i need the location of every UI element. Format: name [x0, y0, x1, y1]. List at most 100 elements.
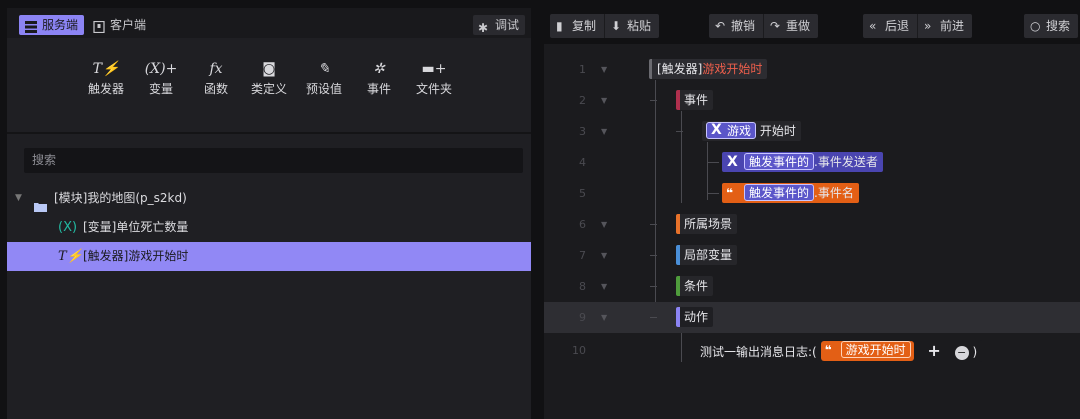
line-number: 4 [579, 156, 586, 169]
line-number: 6 [579, 218, 586, 231]
category-folder[interactable]: ▬+ 文件夹 [410, 60, 458, 97]
copy-button[interactable]: ▮ 复制 [550, 14, 604, 38]
clipboard-group: ▮ 复制 ⬇ 粘贴 [550, 14, 660, 38]
chevron-down-icon[interactable]: ▼ [601, 209, 607, 240]
redo-icon: ↷ [770, 19, 781, 33]
game-pill[interactable]: X 游戏 [706, 122, 757, 139]
log-statement[interactable]: 测试一输出消息日志:( ❝ 游戏开始时 + − ) [694, 340, 983, 362]
condition-section[interactable]: 条件 [676, 276, 714, 296]
project-tree: ▼ [模块]我的地图(p_s2kd) (X) [变量]单位死亡数量 T⚡ [触发… [7, 184, 531, 271]
search-group: ○ 搜索 [1024, 14, 1079, 38]
double-chevron-left-icon: « [869, 19, 877, 33]
remove-arg-button[interactable]: − [954, 345, 969, 360]
event-name-block[interactable]: ❝ 触发事件的 .事件名 [722, 183, 859, 203]
editor-row: 5 ❝ 触发事件的 .事件名 [544, 178, 1080, 209]
category-label: 类定义 [250, 82, 287, 96]
line-number: 1 [579, 63, 586, 76]
class-icon: ◙ [262, 61, 276, 77]
block-bar [676, 307, 680, 327]
editor-row: 4 X 触发事件的 .事件发送者 [544, 147, 1080, 178]
line-number: 5 [579, 187, 586, 200]
string-pill[interactable]: 游戏开始时 [840, 341, 911, 358]
chevron-down-icon[interactable]: ▼ [601, 116, 607, 147]
tree-item-module[interactable]: ▼ [模块]我的地图(p_s2kd) [7, 184, 531, 213]
header-prefix: [触发器] [657, 62, 703, 76]
line-number: 8 [579, 280, 586, 293]
redo-button[interactable]: ↷ 重做 [763, 14, 818, 38]
category-event[interactable]: ✲ 事件 [355, 60, 403, 97]
editor-row: 2 ▼ 事件 [544, 85, 1080, 116]
chevron-down-icon[interactable]: ▼ [15, 184, 22, 213]
block-bar [676, 245, 680, 265]
action-section[interactable]: 动作 [676, 307, 714, 327]
tree-item-trigger[interactable]: T⚡ [触发器]游戏开始时 [7, 242, 531, 271]
category-preset[interactable]: ✎ 预设值 [300, 60, 348, 97]
category-label: 函数 [203, 82, 228, 96]
editor-row: 1 ▼ [触发器]游戏开始时 [544, 54, 1080, 85]
editor-panel: ▮ 复制 ⬇ 粘贴 ↶ 撤销 ↷ 重做 «后退 » 前进 ○ 搜索 1 ▼ [触发器]游戏开… [544, 8, 1080, 419]
search-button[interactable]: ○ 搜索 [1024, 14, 1078, 38]
event-x-icon: X [727, 154, 738, 170]
back-button[interactable]: «后退 [863, 14, 917, 38]
line-number: 9 [579, 311, 586, 324]
category-label: 事件 [366, 82, 391, 96]
line-number: 10 [572, 344, 586, 357]
event-sender-block[interactable]: X 触发事件的 .事件发送者 [722, 152, 883, 172]
client-icon [93, 19, 105, 34]
tree-item-variable[interactable]: (X) [变量]单位死亡数量 [7, 213, 531, 242]
sender-pill[interactable]: 触发事件的 [744, 153, 815, 170]
add-arg-button[interactable]: + [927, 341, 940, 360]
category-label: 文件夹 [415, 82, 452, 96]
tab-client[interactable]: 客户端 [87, 15, 152, 35]
copy-icon: ▮ [556, 19, 563, 33]
navigation-group: «后退 » 前进 [863, 14, 973, 38]
category-function[interactable]: fx 函数 [192, 60, 240, 97]
block-bar [676, 276, 680, 296]
trigger-header-block[interactable]: [触发器]游戏开始时 [649, 59, 768, 79]
panel-tab-bar: 服务端 客户端 ✱ 调试 [7, 8, 531, 38]
scene-section[interactable]: 所属场景 [676, 214, 738, 234]
paste-button[interactable]: ⬇ 粘贴 [604, 14, 659, 38]
forward-button[interactable]: » 前进 [917, 14, 972, 38]
editor-row: 6 ▼ 所属场景 [544, 209, 1080, 240]
category-trigger[interactable]: T⚡ 触发器 [82, 60, 130, 97]
debug-label: 调试 [494, 18, 519, 32]
tab-server-label: 服务端 [42, 18, 79, 32]
event-section[interactable]: 事件 [676, 90, 714, 110]
chevron-down-icon[interactable]: ▼ [601, 54, 607, 85]
header-name: 游戏开始时 [702, 62, 763, 76]
trigger-icon: T⚡ [58, 249, 83, 264]
chevron-down-icon[interactable]: ▼ [601, 271, 607, 302]
category-class[interactable]: ◙ 类定义 [245, 60, 293, 97]
history-group: ↶ 撤销 ↷ 重做 [709, 14, 819, 38]
editor-toolbar: ▮ 复制 ⬇ 粘贴 ↶ 撤销 ↷ 重做 «后退 » 前进 ○ 搜索 [544, 8, 1080, 44]
undo-icon: ↶ [715, 19, 726, 33]
bug-icon: ✱ [477, 21, 489, 35]
chevron-down-icon[interactable]: ▼ [601, 85, 607, 116]
tab-server[interactable]: 服务端 [19, 15, 85, 35]
search-icon: ○ [1030, 19, 1041, 33]
event-game-start-block[interactable]: X 游戏 开始时 [702, 121, 801, 141]
project-panel: 服务端 客户端 ✱ 调试 T⚡ 触发器 (X)+ 变量 fx 函数 ◙ 类定义 [7, 8, 531, 419]
search-input[interactable]: 搜索 [24, 148, 523, 173]
tree-item-label: [模块]我的地图(p_s2kd) [54, 191, 187, 205]
event-icon: ✲ [373, 61, 385, 77]
local-variable-section[interactable]: 局部变量 [676, 245, 738, 265]
trigger-editor: 1 ▼ [触发器]游戏开始时 2 ▼ 事件 3 ▼ X 游戏 开始时 4 X 触… [544, 44, 1080, 419]
chevron-down-icon[interactable]: ▼ [601, 240, 607, 271]
chevron-down-icon[interactable]: ▼ [601, 302, 607, 333]
undo-button[interactable]: ↶ 撤销 [709, 14, 763, 38]
tab-client-label: 客户端 [110, 18, 147, 32]
name-pill[interactable]: 触发事件的 [744, 184, 815, 201]
string-arg-block[interactable]: ❝ 游戏开始时 [820, 341, 914, 361]
trigger-icon: T⚡ [92, 61, 120, 77]
block-bar [676, 214, 680, 234]
category-label: 预设值 [305, 82, 342, 96]
line-number: 2 [579, 94, 586, 107]
editor-row: 7 ▼ 局部变量 [544, 240, 1080, 271]
category-label: 变量 [148, 82, 173, 96]
category-variable[interactable]: (X)+ 变量 [137, 60, 185, 97]
debug-button[interactable]: ✱ 调试 [472, 15, 525, 35]
folder-icon [34, 194, 47, 212]
double-chevron-right-icon: » [924, 19, 932, 33]
